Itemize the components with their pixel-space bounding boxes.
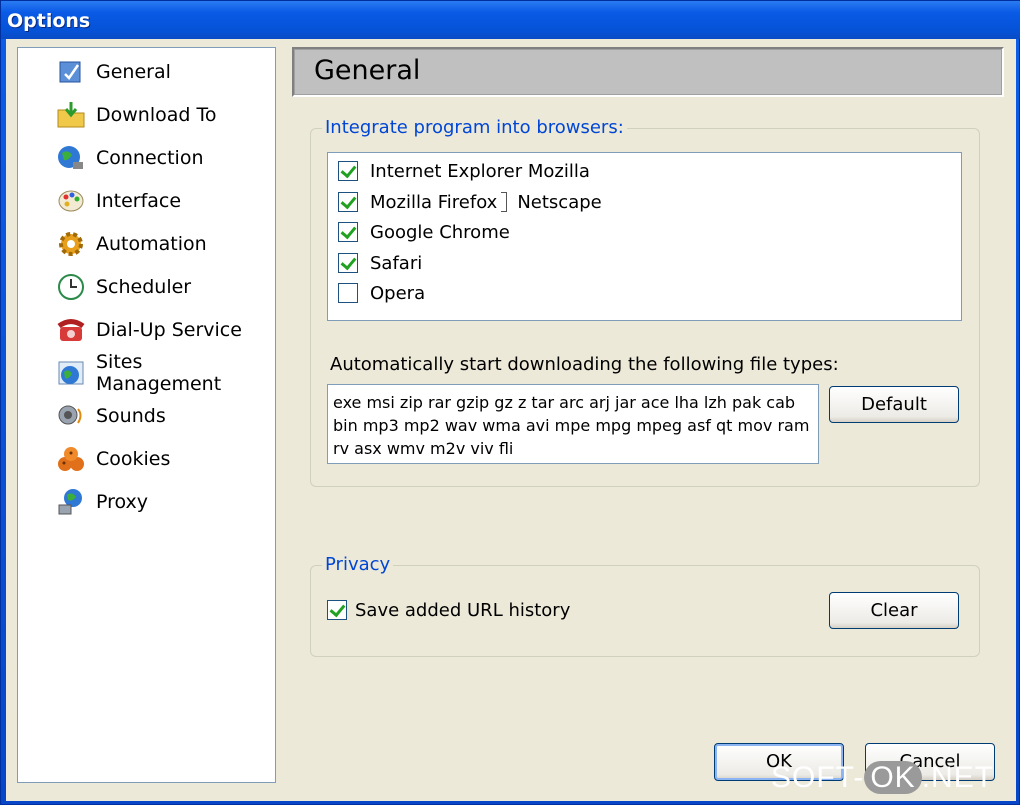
sidebar-item-label: Interface	[96, 190, 182, 212]
browser-option-firefox[interactable]: Mozilla Firefox Netscape	[338, 188, 602, 216]
browser-option-google-chrome[interactable]: Google Chrome	[338, 218, 510, 246]
download-folder-icon	[56, 100, 86, 130]
sidebar-item-general[interactable]: General	[56, 54, 271, 90]
sidebar-item-cookies[interactable]: Cookies	[56, 441, 271, 477]
automation-gear-icon	[56, 229, 86, 259]
sidebar-item-scheduler[interactable]: Scheduler	[56, 269, 271, 305]
palette-icon	[56, 186, 86, 216]
watermark-right: .NET	[921, 761, 995, 794]
save-history-label: Save added URL history	[355, 599, 571, 621]
browser-label: Safari	[370, 252, 423, 274]
sidebar-item-label: Sounds	[96, 405, 166, 427]
window-title: Options	[7, 10, 91, 32]
phone-icon	[56, 315, 86, 345]
browser-extra-label: Netscape	[517, 191, 602, 213]
sidebar-item-proxy[interactable]: Proxy	[56, 484, 271, 520]
sites-globe-icon	[56, 358, 86, 388]
checkbox[interactable]	[338, 222, 358, 242]
sidebar-item-label: Automation	[96, 233, 207, 255]
browser-option-opera[interactable]: Opera	[338, 279, 425, 307]
sidebar-item-sites-management[interactable]: Sites Management	[56, 351, 271, 395]
page-title: General	[314, 55, 421, 86]
category-list: General Download To Connection Interface	[17, 47, 276, 783]
proxy-icon	[56, 487, 86, 517]
sidebar-item-label: Proxy	[96, 491, 149, 513]
sidebar-item-label: Connection	[96, 147, 204, 169]
browser-option-safari[interactable]: Safari	[338, 249, 422, 277]
sidebar-item-label: Scheduler	[96, 276, 192, 298]
options-window: Options General Download To Connection I…	[0, 0, 1020, 805]
browser-label: Google Chrome	[370, 221, 510, 243]
browser-option-internet-explorer[interactable]: Internet Explorer Mozilla	[338, 157, 590, 185]
checkbox[interactable]	[338, 192, 358, 212]
bracket-divider	[501, 192, 508, 212]
clear-button[interactable]: Clear	[829, 592, 959, 629]
connection-globe-icon	[56, 143, 86, 173]
checkbox[interactable]	[338, 253, 358, 273]
checkbox[interactable]	[338, 161, 358, 181]
sidebar-item-label: Dial-Up Service	[96, 319, 242, 341]
default-button[interactable]: Default	[829, 386, 959, 423]
page-header: General	[292, 47, 1004, 97]
watermark-left: SOFT-	[771, 761, 865, 794]
browser-list[interactable]: Internet Explorer Mozilla Mozilla Firefo…	[327, 152, 962, 321]
watermark-ok: OK	[864, 761, 922, 794]
sidebar-item-automation[interactable]: Automation	[56, 226, 271, 262]
clock-icon	[56, 272, 86, 302]
general-icon	[56, 57, 86, 87]
sidebar-item-sounds[interactable]: Sounds	[56, 398, 271, 434]
filetypes-textarea[interactable]: exe msi zip rar gzip gz z tar arc arj ja…	[327, 384, 819, 464]
sidebar-item-label: General	[96, 61, 171, 83]
dialog-client: General Download To Connection Interface	[6, 39, 1016, 801]
browser-label: Mozilla Firefox	[370, 191, 498, 213]
sidebar-item-connection[interactable]: Connection	[56, 140, 271, 176]
sidebar-item-download-to[interactable]: Download To	[56, 97, 271, 133]
speaker-icon	[56, 401, 86, 431]
privacy-group-legend: Privacy	[322, 554, 394, 575]
sidebar-item-interface[interactable]: Interface	[56, 183, 271, 219]
integrate-group-legend: Integrate program into browsers:	[322, 117, 627, 138]
browser-label: Opera	[370, 282, 426, 304]
sidebar-item-label: Cookies	[96, 448, 171, 470]
sidebar-item-dial-up-service[interactable]: Dial-Up Service	[56, 312, 271, 348]
sidebar-item-label: Download To	[96, 104, 217, 126]
browser-label: Internet Explorer Mozilla	[370, 160, 590, 182]
cookies-icon	[56, 444, 86, 474]
sidebar-item-label: Sites Management	[96, 351, 222, 395]
save-history-option[interactable]: Save added URL history	[327, 596, 570, 624]
filetypes-label: Automatically start downloading the foll…	[330, 354, 839, 375]
watermark: SOFT- OK .NET	[771, 761, 994, 795]
save-history-checkbox[interactable]	[327, 600, 347, 620]
checkbox[interactable]	[338, 283, 358, 303]
title-bar[interactable]: Options	[1, 1, 1020, 39]
